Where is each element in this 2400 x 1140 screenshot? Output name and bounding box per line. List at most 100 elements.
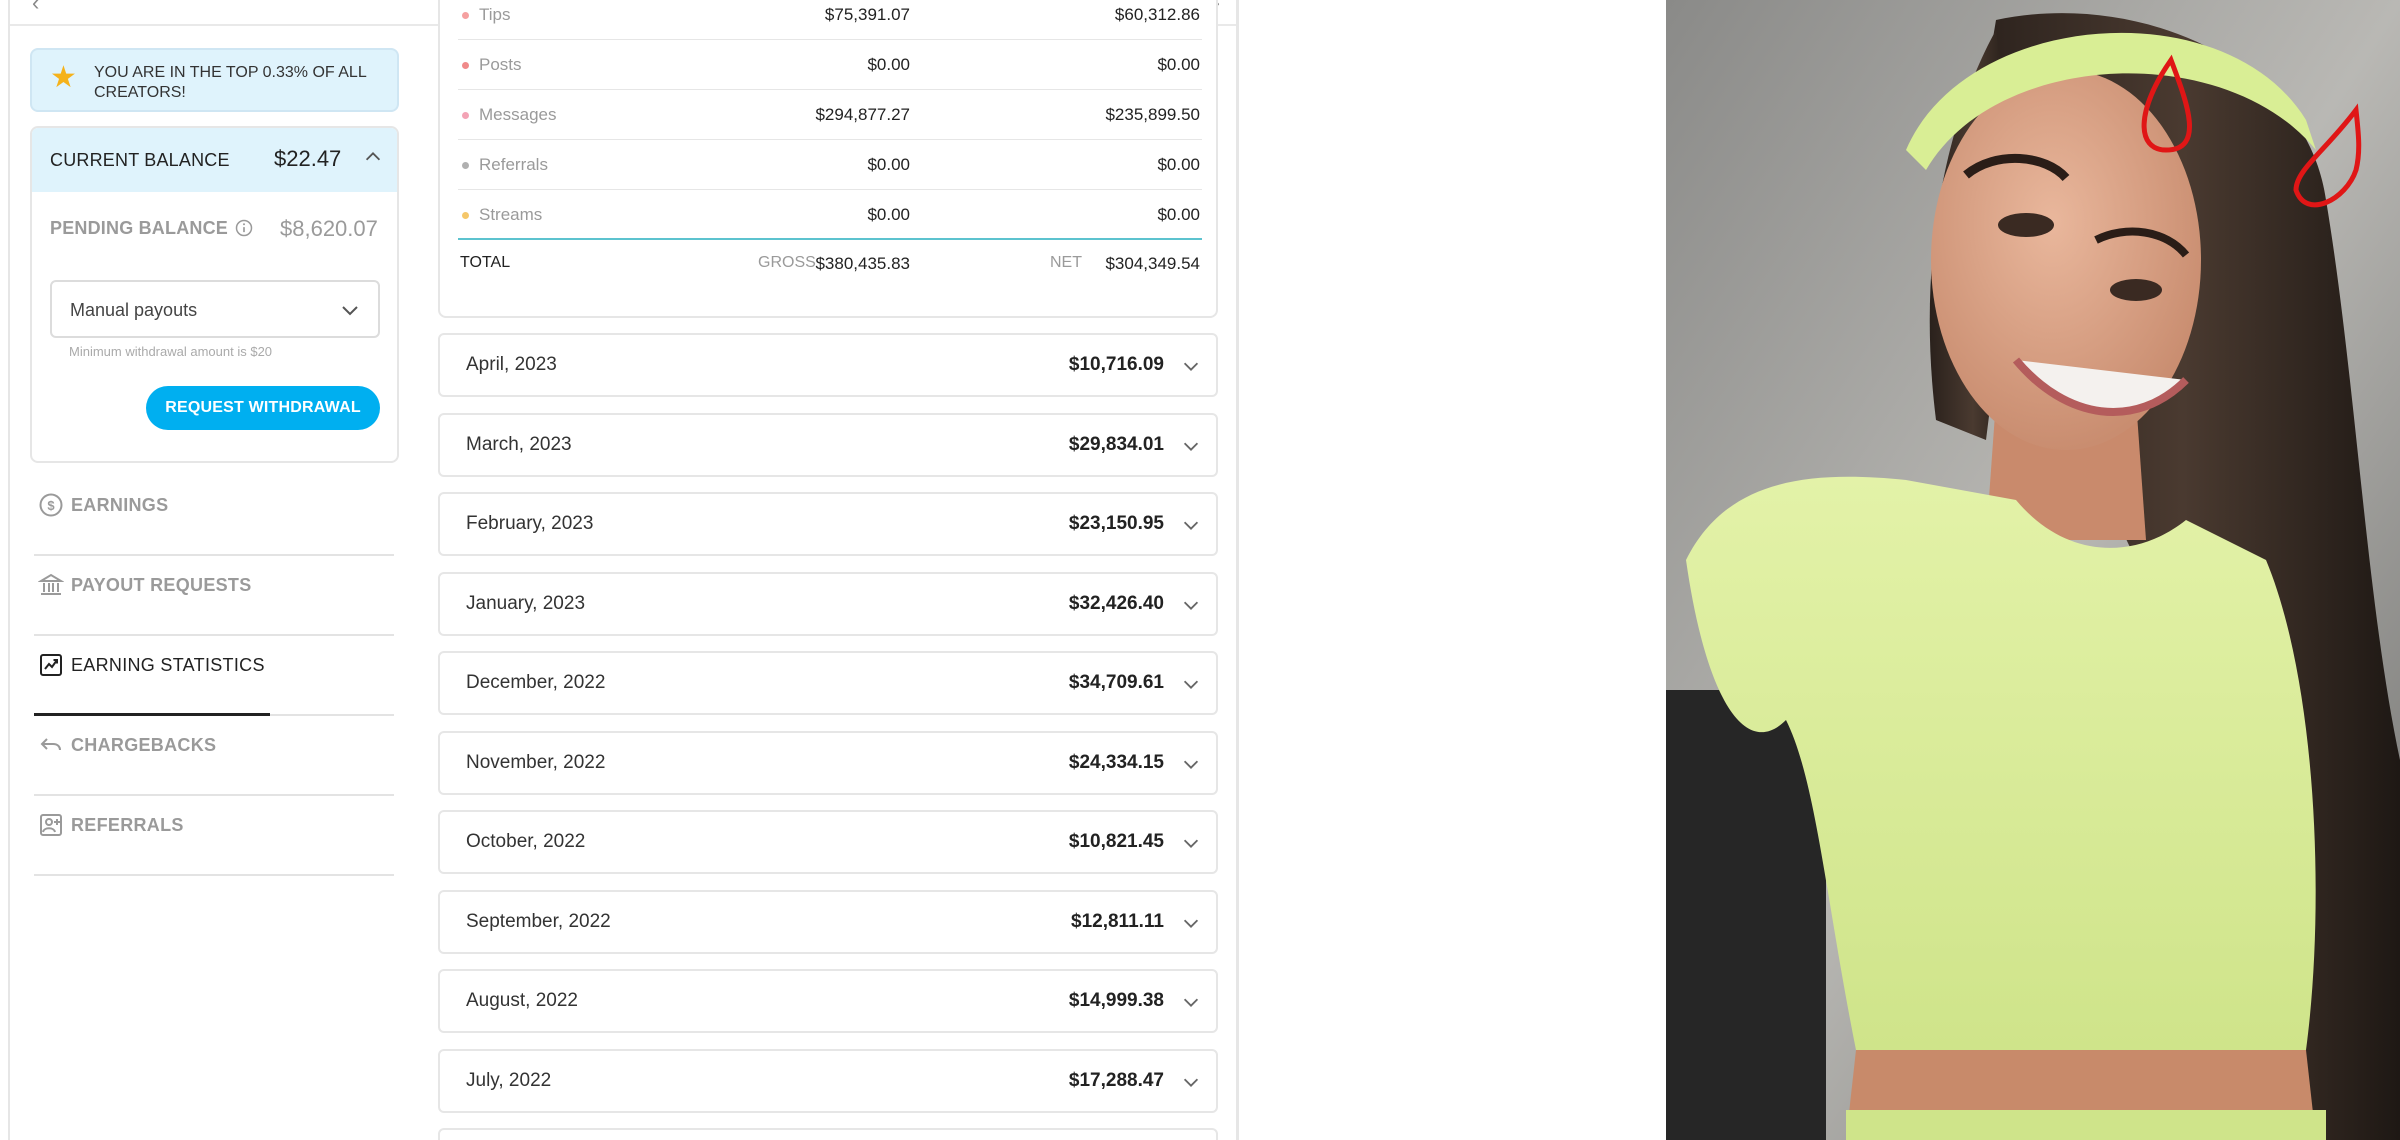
month-row[interactable]: August, 2022 $14,999.38 [438,969,1218,1033]
nav-label-chargebacks: CHARGEBACKS [71,735,217,755]
balance-card: CURRENT BALANCE $22.47 PENDING BALANCE $… [30,126,399,463]
net-label: NET [1050,254,1082,271]
category-gross: $0.00 [867,155,910,174]
category-net: $0.00 [1157,155,1200,174]
current-balance-header[interactable]: CURRENT BALANCE $22.47 [32,128,397,192]
category-name: Streams [479,205,543,224]
month-name: August, 2022 [466,990,578,1011]
category-name: Referrals [479,155,548,174]
tips-dot [462,12,469,19]
nav-label-referrals: REFERRALS [71,815,184,835]
svg-text:$: $ [47,498,55,513]
month-name: January, 2023 [466,592,586,614]
nav-label-earnings: EARNINGS [71,495,169,515]
monthly-earnings-list: April, 2023 $10,716.09 March, 2023 $29,8… [438,333,1218,1140]
payout-mode-select[interactable]: Manual payouts [50,280,380,338]
info-icon[interactable] [234,218,254,238]
chevron-down-icon[interactable] [1180,673,1202,695]
referrals-dot [462,162,469,169]
month-amount: $34,709.61 [1068,672,1164,693]
chevron-down-icon[interactable] [1180,435,1202,457]
month-row[interactable]: April, 2023 $10,716.09 [438,333,1218,397]
undo-icon [40,738,61,751]
nav-item-chargebacks[interactable]: CHARGEBACKS [34,716,394,796]
referral-icon [40,814,62,836]
category-gross: $75,391.07 [824,5,910,24]
month-row[interactable]: July, 2022 $17,288.47 [438,1048,1218,1113]
chevron-down-icon[interactable] [1180,832,1202,854]
month-row[interactable]: September, 2022 $12,811.11 [438,889,1218,954]
earnings-statistics-page: ‹ › ★ YOU ARE IN THE TOP 0.33% OF ALL CR… [0,0,1239,1140]
month-row[interactable]: November, 2022 $24,334.15 [438,730,1218,795]
month-name: April, 2023 [466,354,557,375]
chevron-down-icon[interactable] [1180,514,1202,536]
month-amount: $14,999.38 [1068,990,1164,1011]
total-gross: $380,435.83 [815,254,910,273]
back-arrow-icon[interactable]: ‹ [32,0,39,16]
current-balance-amount: $22.47 [274,146,342,171]
posts-dot [462,62,469,69]
category-row-messages: Messages $294,877.27 $235,899.50 [458,90,1202,140]
nav-item-referrals[interactable]: REFERRALS [34,796,394,876]
chevron-down-icon[interactable] [1180,1071,1202,1093]
month-amount: $32,426.40 [1068,592,1164,614]
request-withdrawal-button[interactable]: REQUEST WITHDRAWAL [146,386,380,430]
creator-photo-illustration [1666,0,2400,1140]
page-border-left [8,0,10,1140]
month-amount: $10,821.45 [1068,831,1164,852]
month-amount: $29,834.01 [1068,433,1164,455]
category-name: Posts [479,55,522,74]
month-amount: $12,811.11 [1071,910,1164,932]
category-gross: $0.00 [867,55,910,74]
top-creator-banner: ★ YOU ARE IN THE TOP 0.33% OF ALL CREATO… [30,48,399,112]
earnings-breakdown-card: Tips $75,391.07 $60,312.86 Posts $0.00 $… [438,0,1218,318]
chevron-down-icon[interactable] [1180,991,1202,1013]
chevron-up-icon[interactable] [362,146,384,168]
chevron-down-icon[interactable] [1180,355,1202,377]
month-row[interactable]: December, 2022 $34,709.61 [438,651,1218,715]
pending-balance-label: PENDING BALANCE [50,218,229,238]
nav-label-payout-requests: PAYOUT REQUESTS [71,575,252,595]
month-row-partial[interactable] [438,1128,1218,1140]
category-name: Tips [479,5,511,24]
month-row[interactable]: January, 2023 $32,426.40 [438,571,1218,636]
nav-item-earnings[interactable]: $ EARNINGS [34,476,394,556]
total-row: TOTAL GROSS $380,435.83 NET $304,349.54 [458,242,1202,282]
month-amount: $23,150.95 [1068,513,1164,534]
chart-icon [40,654,62,676]
month-name: November, 2022 [466,751,606,773]
month-row[interactable]: February, 2023 $23,150.95 [438,492,1218,556]
top-creator-text: YOU ARE IN THE TOP 0.33% OF ALL CREATORS… [94,64,367,101]
month-name: October, 2022 [466,831,586,852]
category-gross: $294,877.27 [815,105,910,124]
month-row[interactable]: October, 2022 $10,821.45 [438,810,1218,874]
month-name: September, 2022 [466,910,611,932]
category-gross: $0.00 [867,205,910,224]
creator-photo [1666,0,2400,1140]
gross-label: GROSS [758,254,816,271]
earnings-nav: $ EARNINGS PAYOUT REQUESTS EARNING STATI… [34,476,394,876]
star-icon: ★ [50,61,77,94]
nav-item-earning-statistics[interactable]: EARNING STATISTICS [34,636,394,716]
month-amount: $24,334.15 [1068,751,1164,773]
month-amount: $17,288.47 [1068,1069,1164,1091]
category-row-posts: Posts $0.00 $0.00 [458,40,1202,90]
category-row-streams: Streams $0.00 $0.00 [458,190,1202,240]
nav-item-payout-requests[interactable]: PAYOUT REQUESTS [34,556,394,636]
total-label: TOTAL [460,254,511,271]
category-net: $235,899.50 [1105,105,1200,124]
category-name: Messages [479,105,557,124]
chevron-down-icon[interactable] [1180,753,1202,775]
bank-icon [38,573,64,595]
chevron-down-icon[interactable] [1180,594,1202,616]
category-net: $0.00 [1157,55,1200,74]
dollar-circle-icon: $ [39,493,63,517]
nav-label-earning-statistics: EARNING STATISTICS [71,655,265,675]
month-name: March, 2023 [466,433,572,455]
current-balance-label: CURRENT BALANCE [50,150,230,170]
month-row[interactable]: March, 2023 $29,834.01 [438,412,1218,477]
month-amount: $10,716.09 [1068,354,1164,375]
streams-dot [462,212,469,219]
month-name: December, 2022 [466,672,606,693]
chevron-down-icon[interactable] [1180,912,1202,934]
